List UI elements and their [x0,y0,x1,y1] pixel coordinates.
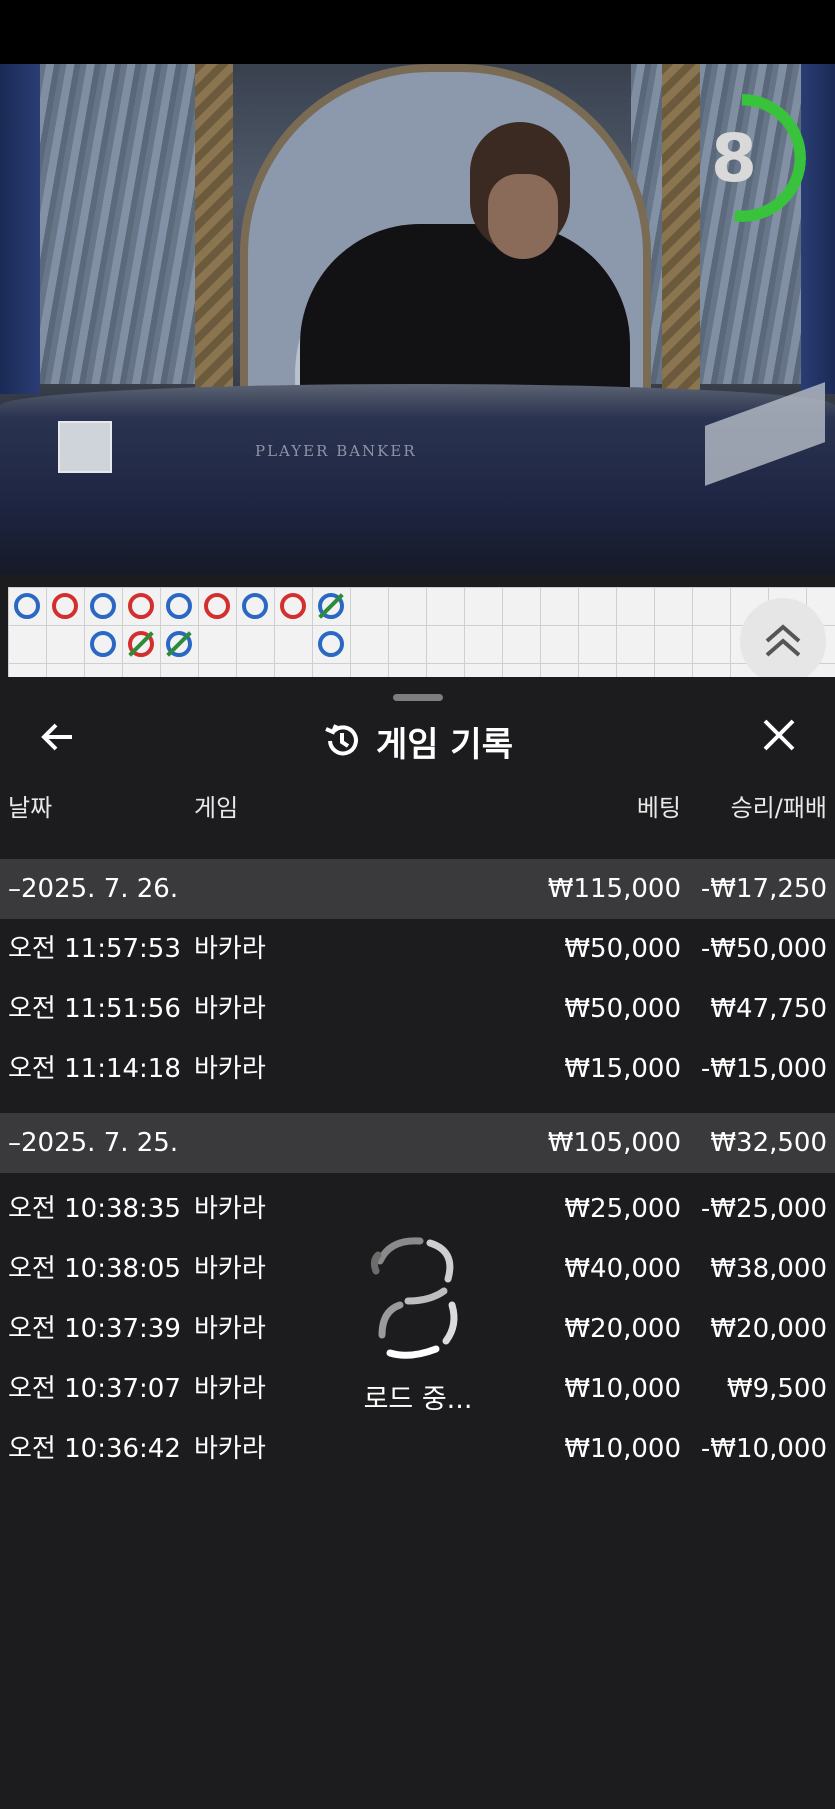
history-icon [325,724,358,756]
row-game: 바카라 [194,1194,266,1224]
row-result: ₩20,000 [710,1314,827,1344]
row-result: ₩9,500 [726,1374,827,1404]
status-bar [0,0,835,64]
history-row[interactable]: 오전 10:36:42 바카라 ₩10,000 -₩10,000 [0,1419,835,1479]
row-result: -₩50,000 [700,934,827,964]
column-header-bet: 베팅 [636,793,681,822]
close-icon [763,719,795,751]
row-time: 오전 11:14:18 [8,1054,181,1084]
card-shoe [58,421,112,473]
row-time: 오전 10:37:07 [8,1374,181,1404]
dealer-face [488,174,558,259]
bead-player [318,631,344,657]
bead-player [242,593,268,619]
row-bet: ₩50,000 [564,994,681,1024]
column-header-date: 날짜 [8,793,53,822]
history-row[interactable]: 오전 11:51:56 바카라 ₩50,000 ₩47,750 [0,979,835,1039]
bead-banker [280,593,306,619]
date-group-row[interactable]: –2025. 7. 26. ₩115,000 -₩17,250 [0,859,835,919]
table-layout-text: PLAYER BANKER [255,442,417,460]
bead-banker [204,593,230,619]
row-game: 바카라 [194,1374,266,1404]
row-time: 오전 10:37:39 [8,1314,181,1344]
countdown-number: 8 [711,119,757,197]
history-row[interactable]: 오전 11:14:18 바카라 ₩15,000 -₩15,000 [0,1039,835,1099]
double-chevron-up-icon [765,624,801,657]
row-game: 바카라 [194,1434,266,1464]
row-time: 오전 10:36:42 [8,1434,181,1464]
row-game: 바카라 [194,1054,266,1084]
row-game: 바카라 [194,1314,266,1344]
row-time: 오전 11:51:56 [8,994,181,1024]
group-result-total: ₩32,500 [710,1128,827,1158]
row-time: 오전 10:38:35 [8,1194,181,1224]
row-bet: ₩25,000 [564,1194,681,1224]
group-bet-total: ₩105,000 [547,1128,681,1158]
row-time: 오전 10:38:05 [8,1254,181,1284]
bead-player [14,593,40,619]
date-group-row[interactable]: –2025. 7. 25. ₩105,000 ₩32,500 [0,1113,835,1173]
bead-player [90,631,116,657]
row-game: 바카라 [194,994,266,1024]
row-result: -₩10,000 [700,1434,827,1464]
row-result: ₩47,750 [710,994,827,1024]
row-game: 바카라 [194,934,266,964]
close-button[interactable] [757,715,801,759]
game-history-sheet: 게임 기록 날짜 게임 베팅 승리/패배 –2025. 7. 26. ₩115,… [0,677,835,1809]
row-time: 오전 11:57:53 [8,934,181,964]
column-header-game: 게임 [194,793,239,822]
row-bet: ₩15,000 [564,1054,681,1084]
bead-road[interactable] [8,587,835,677]
row-bet: ₩10,000 [564,1434,681,1464]
row-game: 바카라 [194,1254,266,1284]
column-header-result: 승리/패배 [730,793,827,822]
sheet-header: 게임 기록 [0,717,835,765]
group-result-total: -₩17,250 [700,874,827,904]
bead-player [90,593,116,619]
sheet-drag-handle[interactable] [393,694,443,701]
pillar-left [195,64,233,404]
loading-label: 로드 중... [363,1384,473,1415]
group-date: –2025. 7. 25. [8,1128,179,1158]
page-title: 게임 기록 [376,724,513,765]
row-bet: ₩20,000 [564,1314,681,1344]
row-result: -₩25,000 [700,1194,827,1224]
group-date: –2025. 7. 26. [8,874,179,904]
row-bet: ₩10,000 [564,1374,681,1404]
row-bet: ₩50,000 [564,934,681,964]
loading-spinner-icon [370,1237,458,1359]
bead-player [166,593,192,619]
row-bet: ₩40,000 [564,1254,681,1284]
row-result: -₩15,000 [700,1054,827,1084]
curtain-right [801,64,835,394]
history-row[interactable]: 오전 10:38:35 바카라 ₩25,000 -₩25,000 [0,1179,835,1239]
bead-banker [128,593,154,619]
backdrop-panel-left [40,64,210,384]
expand-roads-button[interactable] [740,598,826,684]
group-bet-total: ₩115,000 [547,874,681,904]
curtain-left [0,64,40,394]
history-row[interactable]: 오전 11:57:53 바카라 ₩50,000 -₩50,000 [0,919,835,979]
row-result: ₩38,000 [710,1254,827,1284]
bead-banker [52,593,78,619]
